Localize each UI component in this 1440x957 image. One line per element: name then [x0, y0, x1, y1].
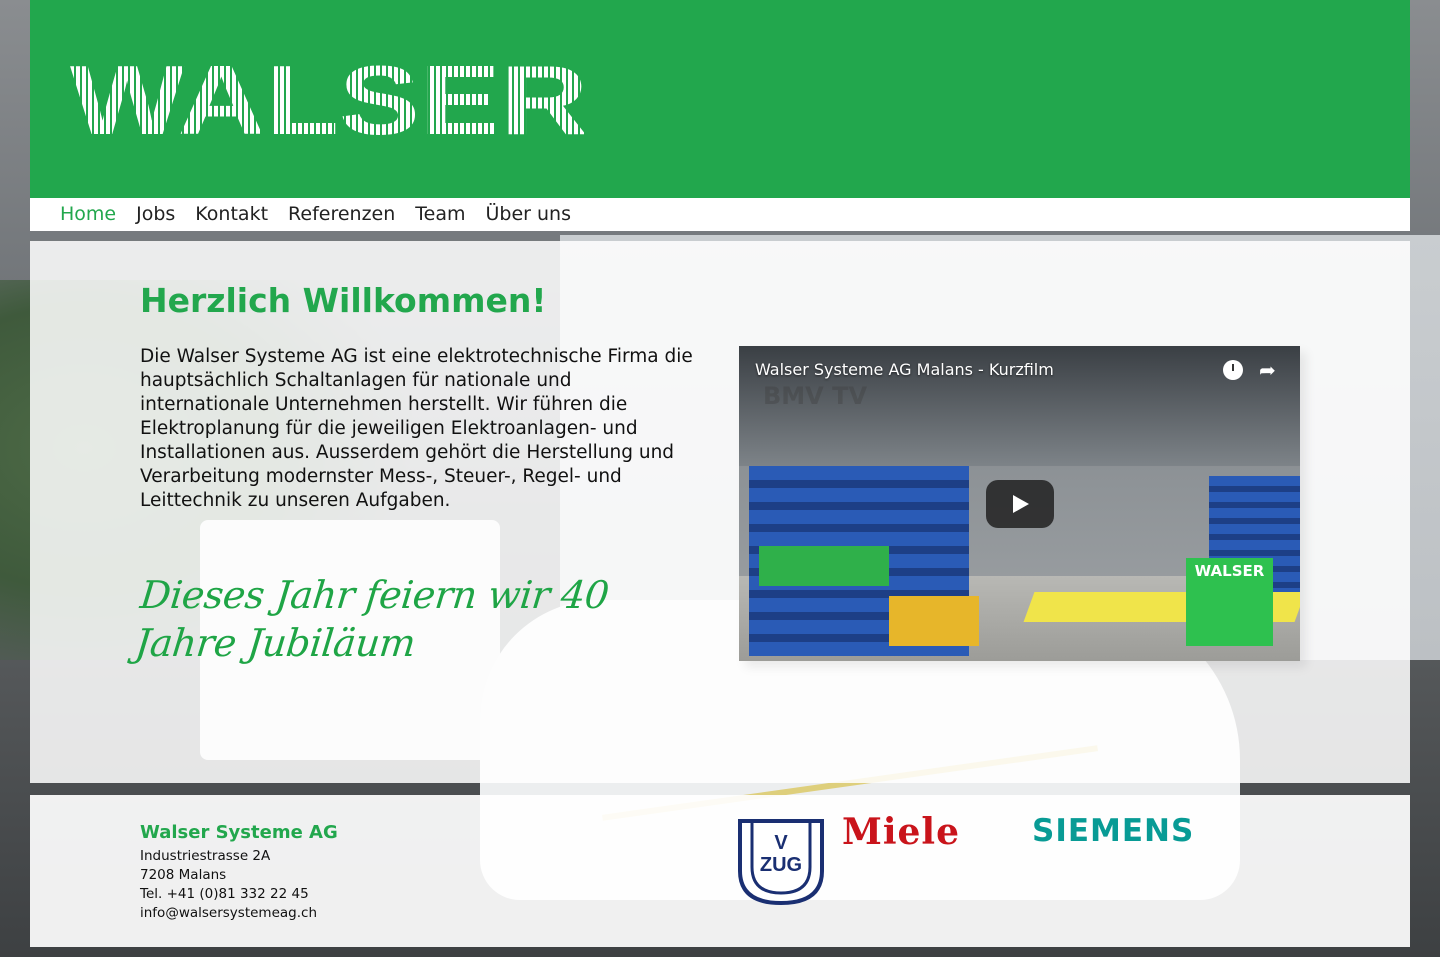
footer-company: Walser Systeme AG — [140, 822, 338, 843]
video-badge: WALSER — [1186, 558, 1273, 646]
miele-logo[interactable]: Miele — [842, 811, 960, 853]
footer-phone[interactable]: Tel. +41 (0)81 332 22 45 — [140, 886, 309, 902]
nav-item-team[interactable]: Team — [415, 198, 465, 231]
footer-city: 7208 Malans — [140, 867, 227, 883]
svg-text:V: V — [774, 832, 788, 854]
footer-street: Industriestrasse 2A — [140, 848, 271, 864]
main-content: Herzlich Willkommen! Die Walser Systeme … — [30, 241, 1410, 783]
nav-item-ueber-uns[interactable]: Über uns — [486, 198, 572, 231]
nav-item-kontakt[interactable]: Kontakt — [195, 198, 268, 231]
page-title: Herzlich Willkommen! — [140, 281, 547, 320]
logo-text: WALSER — [70, 54, 588, 138]
clock-icon[interactable] — [1223, 360, 1243, 380]
play-button[interactable] — [986, 480, 1054, 528]
video-badge-text: WALSER — [1194, 562, 1265, 580]
nav-item-referenzen[interactable]: Referenzen — [288, 198, 395, 231]
vzug-logo[interactable]: V ZUG — [738, 819, 824, 905]
nav-item-home[interactable]: Home — [60, 198, 116, 231]
jubilee-text: Dieses Jahr feiern wir 40 Jahre Jubiläum — [133, 573, 611, 665]
svg-text:ZUG: ZUG — [760, 854, 802, 876]
site-footer: Walser Systeme AG Industriestrasse 2A 72… — [30, 795, 1410, 947]
video-watermark: BMV TV — [763, 382, 868, 410]
intro-text: Die Walser Systeme AG ist eine elektrote… — [140, 346, 693, 511]
share-icon[interactable]: ➦ — [1259, 358, 1276, 382]
site-header: WALSER — [30, 0, 1410, 198]
walser-logo[interactable]: WALSER — [70, 54, 588, 138]
video-title[interactable]: Walser Systeme AG Malans - Kurzfilm — [755, 360, 1054, 379]
footer-email[interactable]: info@walsersystemeag.ch — [140, 905, 317, 921]
video-player[interactable]: BMV TV WALSER Walser Systeme AG Malans -… — [739, 346, 1300, 661]
main-nav: Home Jobs Kontakt Referenzen Team Über u… — [30, 198, 1410, 231]
nav-item-jobs[interactable]: Jobs — [136, 198, 175, 231]
siemens-logo[interactable]: SIEMENS — [1032, 813, 1194, 849]
